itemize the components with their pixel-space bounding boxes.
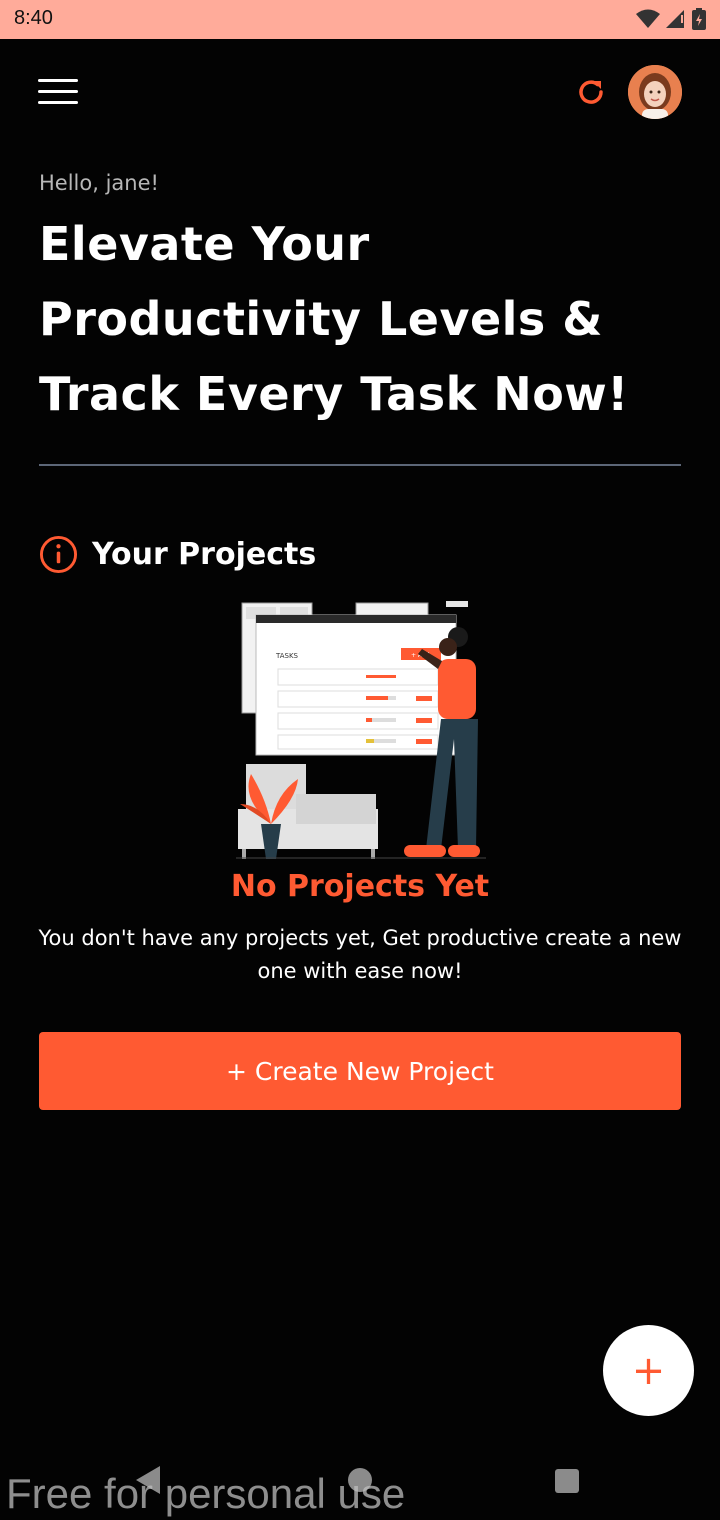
avatar[interactable] bbox=[628, 65, 682, 119]
divider bbox=[39, 464, 681, 466]
status-icons bbox=[636, 8, 706, 30]
tasks-board-title: TASKS bbox=[275, 652, 299, 660]
status-time: 8:40 bbox=[14, 7, 53, 29]
section-title: Your Projects bbox=[92, 536, 317, 572]
projects-section-header: Your Projects bbox=[39, 534, 316, 574]
info-icon bbox=[39, 535, 78, 573]
battery-icon bbox=[692, 8, 706, 30]
add-fab-button[interactable]: + bbox=[603, 1325, 694, 1416]
signal-icon bbox=[666, 10, 684, 28]
app-screen: Hello, jane! Elevate Your Productivity L… bbox=[0, 39, 720, 1520]
plus-icon: + bbox=[631, 1347, 666, 1394]
recents-icon[interactable] bbox=[555, 1469, 579, 1493]
status-bar: 8:40 bbox=[0, 0, 720, 39]
empty-state-description: You don't have any projects yet, Get pro… bbox=[38, 926, 682, 983]
avatar-image bbox=[628, 65, 682, 119]
watermark-text: Free for personal use bbox=[6, 1470, 406, 1517]
refresh-icon[interactable] bbox=[575, 76, 607, 108]
greeting-text: Hello, jane! bbox=[39, 171, 159, 195]
hamburger-menu-icon[interactable] bbox=[38, 79, 78, 105]
empty-state-title: No Projects Yet bbox=[230, 869, 490, 904]
wifi-icon bbox=[636, 9, 660, 28]
page-headline: Elevate Your Productivity Levels & Track… bbox=[39, 217, 629, 421]
create-project-button[interactable]: + Create New Project bbox=[39, 1032, 681, 1110]
empty-projects-illustration: TASKS + Add bbox=[236, 601, 486, 859]
